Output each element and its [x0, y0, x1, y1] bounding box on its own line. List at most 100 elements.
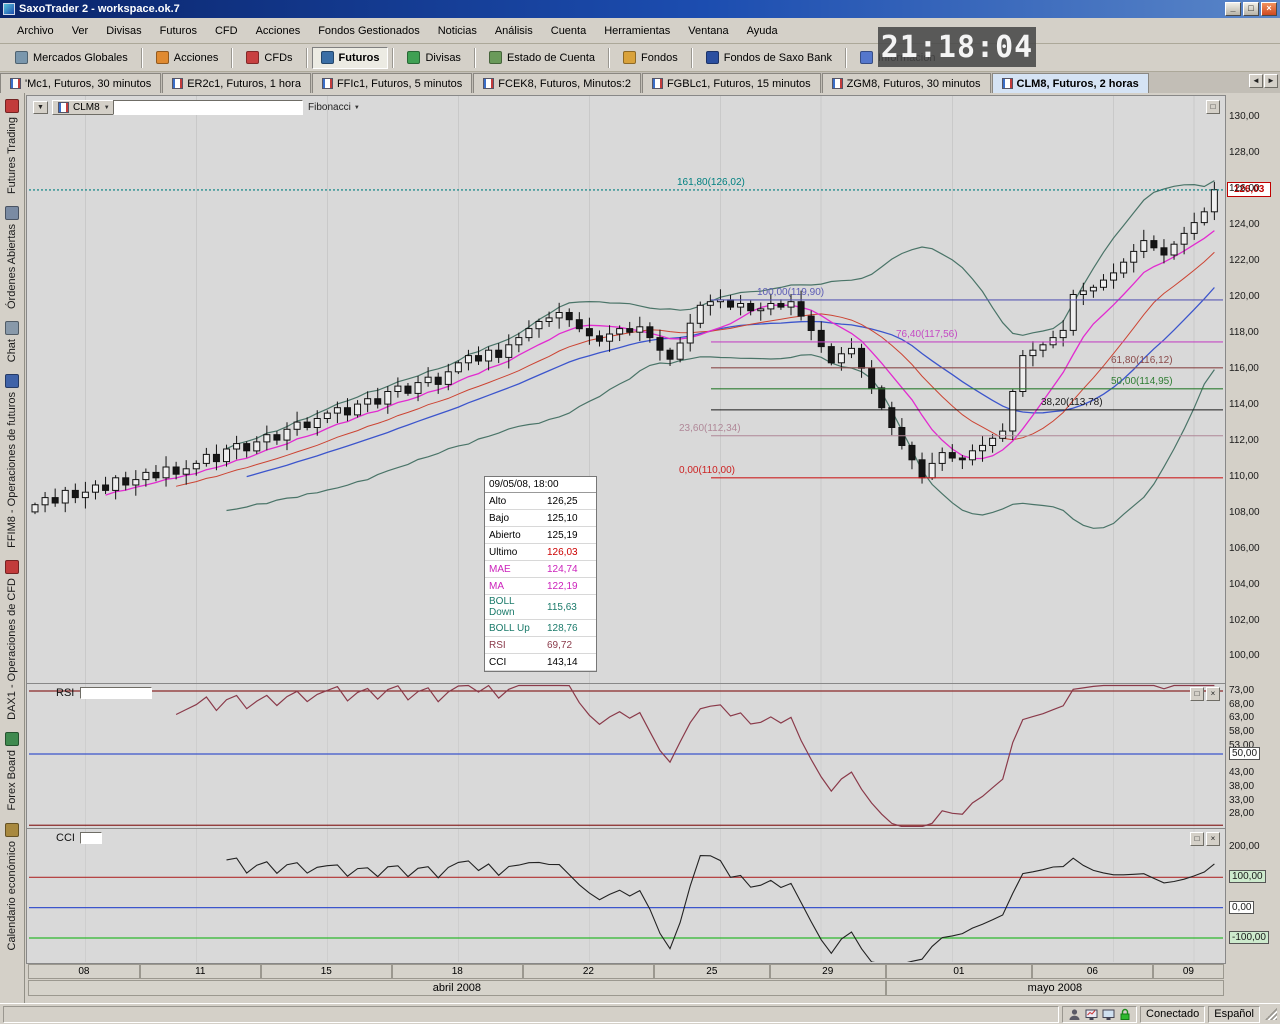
symbol-label: CLM8 [73, 102, 100, 113]
fondos-de-saxo-bank-icon [706, 51, 719, 64]
lock-icon [1119, 1008, 1131, 1021]
date-cell: 18 [392, 964, 523, 979]
language-selector[interactable]: Español [1208, 1006, 1260, 1023]
toolbar-acciones[interactable]: Acciones [147, 47, 228, 69]
status-language: Español [1214, 1008, 1254, 1020]
tab-fcek8[interactable]: FCEK8, Futuros, Minutos:2 [473, 73, 641, 93]
tab-clm8[interactable]: CLM8, Futuros, 2 horas [992, 73, 1149, 93]
sidebar-item-calendario-economico[interactable]: Calendario económico [5, 823, 19, 950]
forex-board-icon [5, 732, 19, 746]
toolbar-fondos-de-saxo-bank[interactable]: Fondos de Saxo Bank [697, 47, 841, 69]
price-chart-canvas[interactable] [27, 96, 1225, 683]
status-message-area [3, 1006, 1059, 1023]
menu-ayuda[interactable]: Ayuda [738, 21, 787, 41]
chart-options-dropdown[interactable]: ▼ [33, 101, 48, 114]
sidebar-item-forex-board[interactable]: Forex Board [5, 732, 19, 811]
sidebar-item-futures-trading[interactable]: Futures Trading [5, 99, 19, 194]
main-toolbar: Mercados Globales Acciones CFDs Futuros Divi… [0, 44, 1280, 72]
cci-axis-label: 100,00 [1229, 870, 1266, 883]
price-axis-label: 110,00 [1229, 471, 1259, 482]
cci-input[interactable] [80, 832, 102, 844]
rsi-canvas[interactable] [27, 684, 1225, 827]
tab-zgm8[interactable]: ZGM8, Futuros, 30 minutos [822, 73, 991, 93]
resize-grip[interactable] [1265, 1008, 1277, 1020]
sidebar-item-label: Órdenes Abiertas [6, 224, 18, 309]
cci-title: CCI [56, 832, 75, 844]
monitor-icon[interactable] [1102, 1008, 1115, 1021]
status-bar: Conectado Español [0, 1003, 1280, 1024]
chart-tab-bar: 'Mc1, Futuros, 30 minutosER2c1, Futuros,… [0, 72, 1280, 93]
toolbar-divisas[interactable]: Divisas [398, 47, 469, 69]
date-cell: 11 [140, 964, 261, 979]
toolbar-label: Fondos de Saxo Bank [724, 52, 832, 64]
date-cell: 15 [261, 964, 392, 979]
cci-axis-label: -100,00 [1229, 931, 1269, 944]
sidebar-item-ordenes-abiertas[interactable]: Órdenes Abiertas [5, 206, 19, 309]
rsi-axis-label: 50,00 [1229, 747, 1260, 760]
status-connected: Conectado [1146, 1008, 1199, 1020]
chart-icon [172, 78, 183, 89]
tab-label: FFIc1, Futuros, 5 minutos [337, 78, 462, 90]
chart-monitor-icon[interactable] [1085, 1008, 1098, 1021]
toolbar-separator [845, 48, 847, 68]
menu-ver[interactable]: Ver [63, 21, 98, 41]
menu-herramientas[interactable]: Herramientas [595, 21, 679, 41]
menu-ventana[interactable]: Ventana [679, 21, 737, 41]
cci-maximize-button[interactable]: □ [1190, 832, 1204, 846]
toolbar-mercados-globales[interactable]: Mercados Globales [6, 47, 137, 69]
clock-overlay: 21:18:04 [878, 27, 1036, 67]
tab-fgblc1[interactable]: FGBLc1, Futuros, 15 minutos [642, 73, 821, 93]
menu-futuros[interactable]: Futuros [151, 21, 206, 41]
sidebar-item-dax1-operaciones-de-cfd[interactable]: DAX1 - Operaciones de CFD [5, 560, 19, 720]
price-axis-label: 128,00 [1229, 147, 1260, 158]
date-cell: 29 [770, 964, 886, 979]
rsi-input[interactable] [80, 687, 152, 699]
menu-fondos-gestionados[interactable]: Fondos Gestionados [309, 21, 429, 41]
menu-divisas[interactable]: Divisas [97, 21, 150, 41]
menu-noticias[interactable]: Noticias [429, 21, 486, 41]
maximize-panel-button[interactable]: □ [1206, 100, 1220, 114]
price-axis-label: 122,00 [1229, 255, 1260, 266]
toolbar-fondos[interactable]: Fondos [614, 47, 687, 69]
sidebar-item-label: Futures Trading [6, 117, 18, 194]
docked-panels-sidebar: Futures Trading Órdenes Abiertas Chat FFIM8… [0, 93, 25, 1003]
tab-ffic1[interactable]: FFIc1, Futuros, 5 minutos [312, 73, 472, 93]
toolbar-estado-de-cuenta[interactable]: Estado de Cuenta [480, 47, 604, 69]
drawing-tool-selector[interactable]: Fibonacci ▼ [308, 101, 360, 114]
menu-analisis[interactable]: Análisis [486, 21, 542, 41]
menu-acciones[interactable]: Acciones [247, 21, 310, 41]
tooltip-value: 122,19 [545, 580, 580, 593]
toolbar-separator [141, 48, 143, 68]
price-axis-gutter: 126,03 130,00128,00126,00124,00122,00120… [1226, 0, 1280, 1003]
toolbar-futuros[interactable]: Futuros [312, 47, 389, 69]
sidebar-item-chat[interactable]: Chat [5, 321, 19, 362]
tooltip-value: 128,76 [545, 622, 580, 635]
toolbar-separator [231, 48, 233, 68]
symbol-search-input[interactable] [113, 100, 303, 115]
menu-cfd[interactable]: CFD [206, 21, 247, 41]
price-axis-label: 100,00 [1229, 650, 1260, 661]
date-cell: 22 [523, 964, 654, 979]
cci-close-button[interactable]: × [1206, 832, 1220, 846]
user-icon[interactable] [1068, 1008, 1081, 1021]
menu-cuenta[interactable]: Cuenta [542, 21, 595, 41]
rsi-close-button[interactable]: × [1206, 687, 1220, 701]
cci-canvas[interactable] [27, 829, 1225, 962]
toolbar-cfds[interactable]: CFDs [237, 47, 301, 69]
rsi-maximize-button[interactable]: □ [1190, 687, 1204, 701]
app-icon [3, 3, 15, 15]
toolbar-label: Futuros [339, 52, 380, 64]
tooltip-row: Ultimo126,03 [485, 544, 596, 561]
connection-status: Conectado [1140, 1006, 1205, 1023]
tooltip-label: RSI [485, 639, 545, 652]
tab-er2c1[interactable]: ER2c1, Futuros, 1 hora [162, 73, 311, 93]
tab-mc1[interactable]: 'Mc1, Futuros, 30 minutos [0, 73, 161, 93]
price-axis-label: 104,00 [1229, 579, 1260, 590]
sidebar-item-ffim8-operaciones-de-futuros[interactable]: FFIM8 - Operaciones de futuros [5, 374, 19, 548]
price-axis-label: 124,00 [1229, 219, 1260, 230]
tooltip-row: MA122,19 [485, 578, 596, 595]
menu-archivo[interactable]: Archivo [8, 21, 63, 41]
symbol-selector[interactable]: CLM8 ▼ [52, 100, 116, 115]
chart-icon [10, 78, 21, 89]
tooltip-label: CCI [485, 656, 545, 669]
